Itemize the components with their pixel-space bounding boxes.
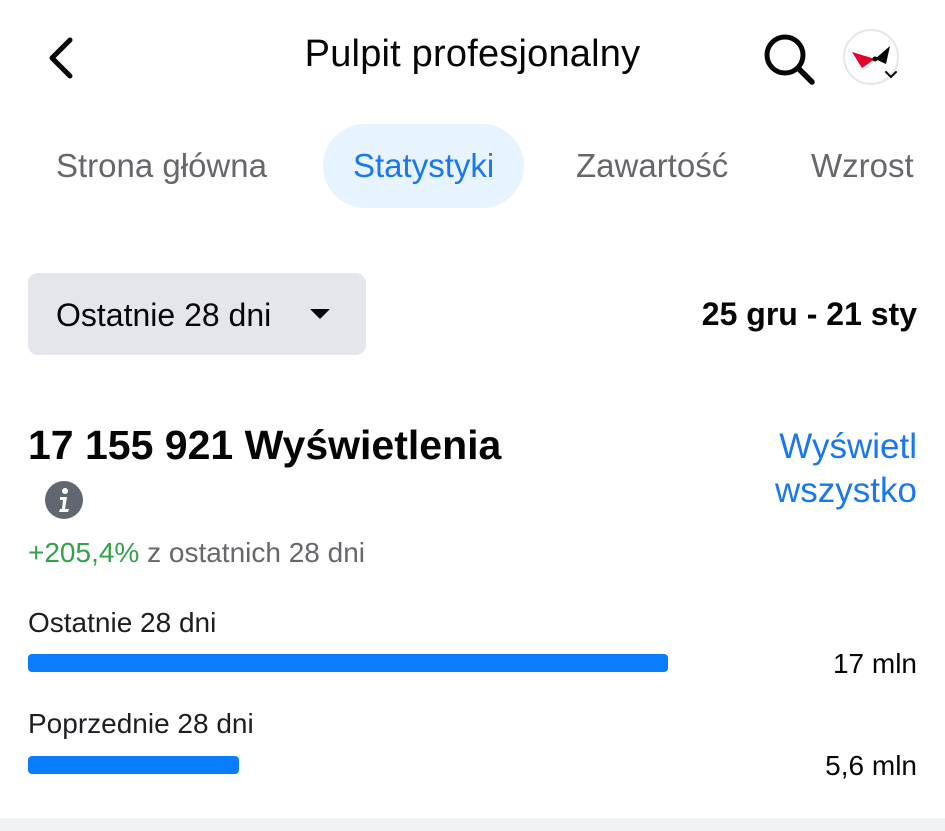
bar-track-previous <box>28 756 668 774</box>
section-divider <box>0 818 945 831</box>
change-percent: +205,4% <box>28 537 140 568</box>
bar-value-previous: 5,6 mln <box>825 750 917 781</box>
info-icon <box>45 481 83 519</box>
bar-track-current <box>28 654 668 672</box>
profile-avatar-icon <box>843 29 899 85</box>
bar-label-current: Ostatnie 28 dni <box>28 607 217 638</box>
top-bar: Pulpit profesjonalny <box>0 0 945 118</box>
tab-strona-glowna[interactable]: Strona główna <box>56 124 267 208</box>
tab-statystyki[interactable]: Statystyki <box>323 124 525 208</box>
search-icon <box>764 34 815 85</box>
caret-down-icon <box>310 309 330 319</box>
bar-fill-previous <box>28 756 240 774</box>
period-dropdown-label: Ostatnie 28 dni <box>56 297 272 333</box>
tab-wzrost[interactable]: Wzrost <box>811 124 914 208</box>
bar-label-previous: Poprzednie 28 dni <box>28 708 254 739</box>
tab-zawartosc[interactable]: Zawartość <box>576 124 728 208</box>
see-all-link[interactable]: Wyświetl wszystko <box>717 425 917 513</box>
bar-fill-current <box>28 654 668 672</box>
change-text: z ostatnich 28 dni <box>139 537 366 568</box>
views-change: +205,4% z ostatnich 28 dni <box>28 537 365 569</box>
period-dropdown[interactable]: Ostatnie 28 dni <box>28 273 366 355</box>
tab-bar: Strona główna Statystyki Zawartość Wzros… <box>0 124 945 208</box>
views-total-heading: 17 155 921 Wyświetlenia <box>28 422 502 468</box>
bar-value-current: 17 mln <box>832 648 917 679</box>
search-button[interactable] <box>760 30 818 88</box>
professional-dashboard-screen: Pulpit profesjonalny Strona główna Staty… <box>0 0 945 831</box>
chevron-down-icon <box>885 71 897 79</box>
date-range: 25 gru - 21 sty <box>701 296 917 332</box>
info-button[interactable] <box>44 480 84 520</box>
profile-switcher-button[interactable] <box>842 28 904 90</box>
